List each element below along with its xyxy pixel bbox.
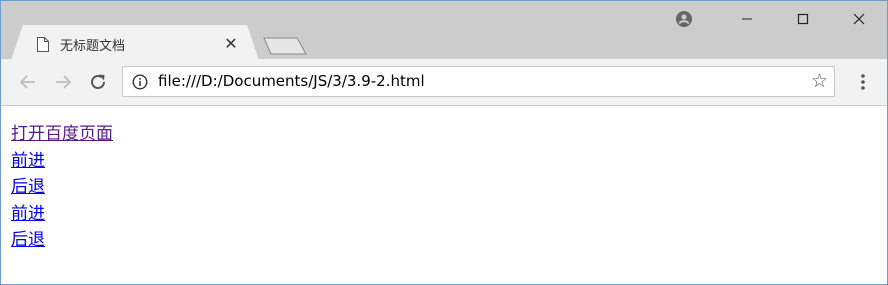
tab-content: 无标题文档 ✕ xyxy=(37,35,239,54)
link-forward[interactable]: 前进 xyxy=(11,201,113,228)
address-bar[interactable]: file:///D:/Documents/JS/3/3.9-2.html ☆ xyxy=(122,66,835,97)
browser-toolbar: file:///D:/Documents/JS/3/3.9-2.html ☆ xyxy=(1,59,887,106)
reload-icon xyxy=(91,74,105,89)
tab-close-icon[interactable]: ✕ xyxy=(223,36,239,52)
more-vert-icon[interactable] xyxy=(861,73,865,91)
tab-title: 无标题文档 xyxy=(60,38,126,54)
document-icon xyxy=(37,36,49,52)
title-bar: 无标题文档 ✕ xyxy=(1,1,887,60)
maximize-button[interactable] xyxy=(775,1,831,37)
reload-button[interactable] xyxy=(87,71,109,93)
link-back[interactable]: 后退 xyxy=(11,227,113,254)
link-back[interactable]: 后退 xyxy=(11,174,113,201)
info-icon[interactable] xyxy=(132,74,148,90)
back-icon xyxy=(19,75,35,89)
minimize-button[interactable] xyxy=(719,1,775,37)
forward-button[interactable] xyxy=(52,71,74,93)
page-content: 打开百度页面 前进 后退 前进 后退 xyxy=(11,121,113,254)
link-open-baidu[interactable]: 打开百度页面 xyxy=(11,121,113,148)
close-window-button[interactable] xyxy=(831,1,887,37)
link-forward[interactable]: 前进 xyxy=(11,148,113,175)
close-icon xyxy=(853,13,865,25)
back-button[interactable] xyxy=(17,71,39,93)
new-tab-button[interactable] xyxy=(263,37,307,55)
forward-icon xyxy=(56,75,72,89)
window-controls xyxy=(719,1,887,37)
browser-tab[interactable]: 无标题文档 ✕ xyxy=(11,25,259,60)
browser-window: 无标题文档 ✕ file:///D:/Documents/JS/3/3.9-2.… xyxy=(0,0,888,285)
bookmark-star-icon[interactable]: ☆ xyxy=(811,72,828,91)
profile-icon[interactable] xyxy=(676,11,692,27)
maximize-icon xyxy=(797,13,809,25)
minimize-icon xyxy=(742,18,752,20)
url-text[interactable]: file:///D:/Documents/JS/3/3.9-2.html xyxy=(158,72,425,90)
